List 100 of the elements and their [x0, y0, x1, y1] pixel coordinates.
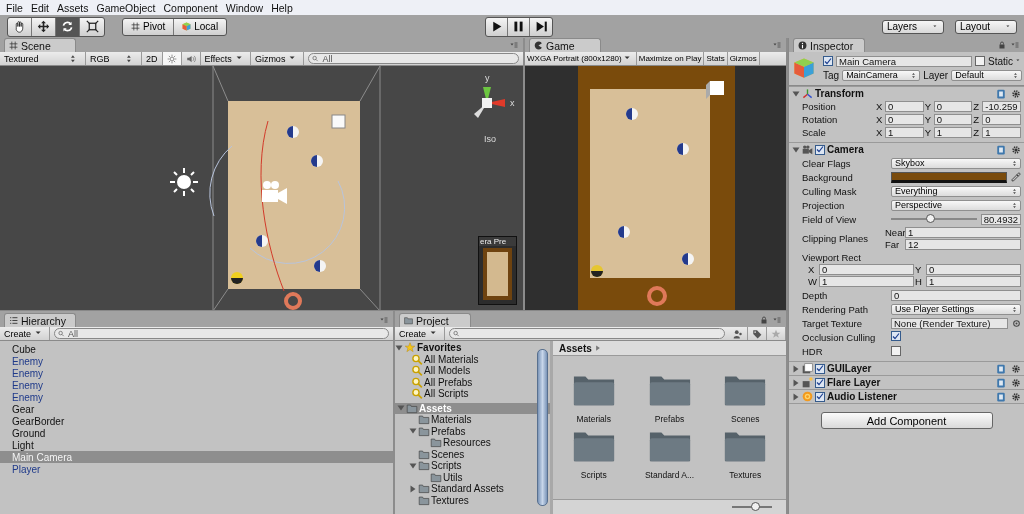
toolbar-toggle[interactable]: Maximize on Play [636, 52, 705, 65]
collapse-arrow-icon[interactable] [792, 392, 800, 401]
static-checkbox[interactable] [975, 56, 985, 66]
active-checkbox[interactable] [823, 56, 833, 66]
hierarchy-item[interactable]: Enemy [0, 355, 393, 367]
pivot-button[interactable]: Pivot [123, 18, 175, 35]
number-field[interactable]: 0 [926, 264, 1021, 275]
object-field[interactable]: None (Render Texture) [891, 317, 1008, 329]
folder-label[interactable]: Textures [729, 470, 762, 480]
tree-item[interactable]: All Materials [424, 353, 479, 365]
number-field[interactable]: 1 [926, 276, 1021, 287]
folder-label[interactable]: Scripts [580, 470, 607, 480]
gizmos-dropdown[interactable]: Gizmos [250, 52, 305, 65]
create-dropdown[interactable]: Create [395, 327, 445, 340]
local-button[interactable]: Local [174, 18, 227, 35]
color-swatch[interactable] [891, 171, 1007, 183]
number-field[interactable]: 1 [933, 127, 973, 138]
add-component-button[interactable]: Add Component [820, 412, 993, 429]
hierarchy-item[interactable]: Light [0, 439, 393, 451]
collapse-arrow-icon[interactable] [792, 364, 800, 373]
menu-item[interactable]: Window [221, 1, 268, 14]
tree-item[interactable]: Utils [443, 471, 463, 483]
layout-dropdown[interactable]: Layout [955, 19, 1017, 34]
tree-item[interactable]: Standard Assets [431, 483, 504, 495]
checkbox[interactable] [891, 331, 901, 342]
expand-arrow-icon[interactable] [395, 343, 403, 352]
dropdown[interactable]: Use Player Settings [891, 303, 1021, 315]
layer-dropdown[interactable]: Default [951, 69, 1022, 81]
number-field[interactable]: 0 [819, 264, 914, 275]
number-field[interactable]: 1 [885, 127, 924, 138]
toolbar-toggle[interactable]: Gizmos [727, 52, 760, 65]
folder-label[interactable]: Scenes [731, 414, 760, 424]
dropdown[interactable]: Skybox [891, 157, 1021, 169]
search-field[interactable] [449, 328, 725, 339]
number-field[interactable]: 0 [885, 101, 924, 112]
number-field[interactable]: 0 [982, 114, 1021, 125]
panel-tab[interactable]: Scene [4, 38, 76, 52]
dropdown[interactable]: Perspective [891, 199, 1021, 211]
number-field[interactable]: 0 [933, 101, 973, 112]
search-field[interactable]: All [54, 328, 389, 339]
panel-tab[interactable]: Project [399, 313, 471, 327]
expand-arrow-icon[interactable] [409, 461, 417, 470]
menu-item[interactable]: Component [159, 1, 222, 14]
slider-thumb[interactable] [926, 214, 936, 223]
number-field[interactable]: 80.4932 [981, 213, 1021, 225]
tree-item[interactable]: All Scripts [424, 388, 469, 400]
number-field[interactable]: 12 [905, 239, 1021, 250]
menu-item[interactable]: Assets [53, 1, 93, 14]
checkbox[interactable] [891, 345, 901, 356]
panel-tab[interactable]: Hierarchy [4, 313, 76, 327]
enable-checkbox[interactable] [815, 377, 825, 388]
hierarchy-item[interactable]: Enemy [0, 367, 393, 379]
render-mode-dropdown[interactable]: RGB [86, 52, 142, 65]
collapse-arrow-icon[interactable] [409, 484, 417, 493]
collapse-arrow-icon[interactable] [792, 378, 800, 387]
number-field[interactable]: 0 [885, 114, 924, 125]
hierarchy-item[interactable]: Gear [0, 403, 393, 415]
hierarchy-item[interactable]: GearBorder [0, 415, 393, 427]
panel-tab[interactable]: Game [529, 38, 601, 52]
number-field[interactable]: 0 [891, 289, 1021, 301]
enable-checkbox[interactable] [815, 144, 825, 155]
folder-label[interactable]: Standard A... [644, 470, 695, 480]
expand-arrow-icon[interactable] [409, 427, 417, 436]
menu-item[interactable]: File [2, 1, 27, 14]
hierarchy-item[interactable]: Enemy [0, 379, 393, 391]
number-field[interactable]: -10.259 [982, 101, 1021, 112]
name-field[interactable]: Main Camera [836, 55, 972, 67]
hierarchy-item[interactable]: Ground [0, 427, 393, 439]
tag-dropdown[interactable]: MainCamera [842, 69, 921, 81]
2d-toggle[interactable]: 2D [142, 52, 163, 65]
tool-button[interactable] [56, 17, 80, 36]
tree-item[interactable]: Favorites [417, 342, 462, 354]
expand-arrow-icon[interactable] [792, 89, 800, 98]
tree-item[interactable]: Textures [431, 494, 469, 506]
enable-checkbox[interactable] [815, 363, 825, 374]
menu-item[interactable]: Help [267, 1, 297, 14]
tree-item[interactable]: All Models [424, 365, 471, 377]
toolbar-toggle[interactable]: Stats [704, 52, 728, 65]
hierarchy-item[interactable]: Cube [0, 343, 393, 355]
menu-item[interactable]: Edit [26, 1, 53, 14]
effects-dropdown[interactable]: Effects [200, 52, 251, 65]
hierarchy-item[interactable]: Player [0, 463, 393, 475]
number-field[interactable]: 1 [905, 227, 1021, 238]
slider-thumb[interactable] [751, 502, 760, 511]
tree-item[interactable]: Materials [431, 414, 472, 426]
dropdown[interactable]: Everything [891, 185, 1021, 197]
create-dropdown[interactable]: Create [0, 327, 50, 340]
panel-tab[interactable]: Inspector [793, 38, 865, 52]
search-field[interactable]: All [308, 53, 519, 64]
tree-item[interactable]: Resources [443, 437, 491, 449]
layers-dropdown[interactable]: Layers [882, 19, 944, 34]
number-field[interactable]: 0 [933, 114, 973, 125]
tree-item[interactable]: Prefabs [431, 425, 466, 437]
scrollbar[interactable] [537, 349, 548, 506]
resolution-dropdown[interactable]: WXGA Portrait (800x1280) [525, 52, 637, 65]
number-field[interactable]: 1 [819, 276, 914, 287]
enable-checkbox[interactable] [815, 391, 825, 402]
draw-mode-dropdown[interactable]: Textured [0, 52, 86, 65]
hierarchy-item[interactable]: Enemy [0, 391, 393, 403]
number-field[interactable]: 1 [982, 127, 1021, 138]
